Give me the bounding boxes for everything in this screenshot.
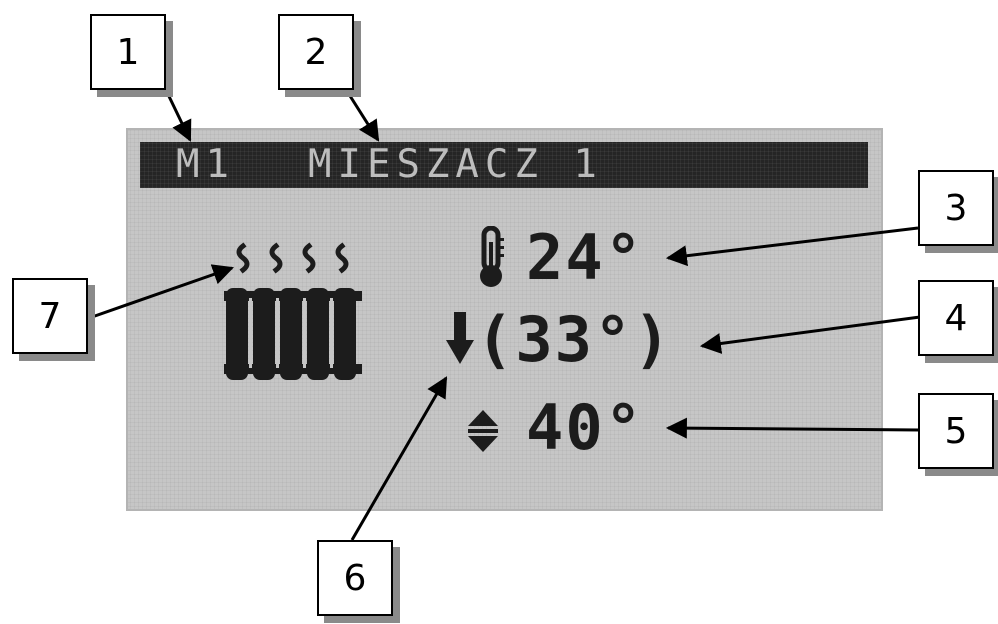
leader-line-7: [91, 264, 234, 319]
callout-6: 6: [317, 540, 393, 616]
callout-2: 2: [278, 14, 354, 90]
leader-line-6: [350, 376, 448, 541]
callout-1: 1: [90, 14, 166, 90]
callout-4: 4: [918, 280, 994, 356]
callout-7: 7: [12, 278, 88, 354]
leader-line-4: [699, 315, 921, 354]
callout-leader-lines: [91, 87, 921, 541]
leader-line-1: [163, 87, 192, 142]
leader-line-2: [343, 87, 380, 142]
callout-5: 5: [918, 393, 994, 469]
leader-line-5: [665, 417, 921, 439]
leader-line-3: [665, 226, 919, 267]
callout-3: 3: [918, 170, 994, 246]
